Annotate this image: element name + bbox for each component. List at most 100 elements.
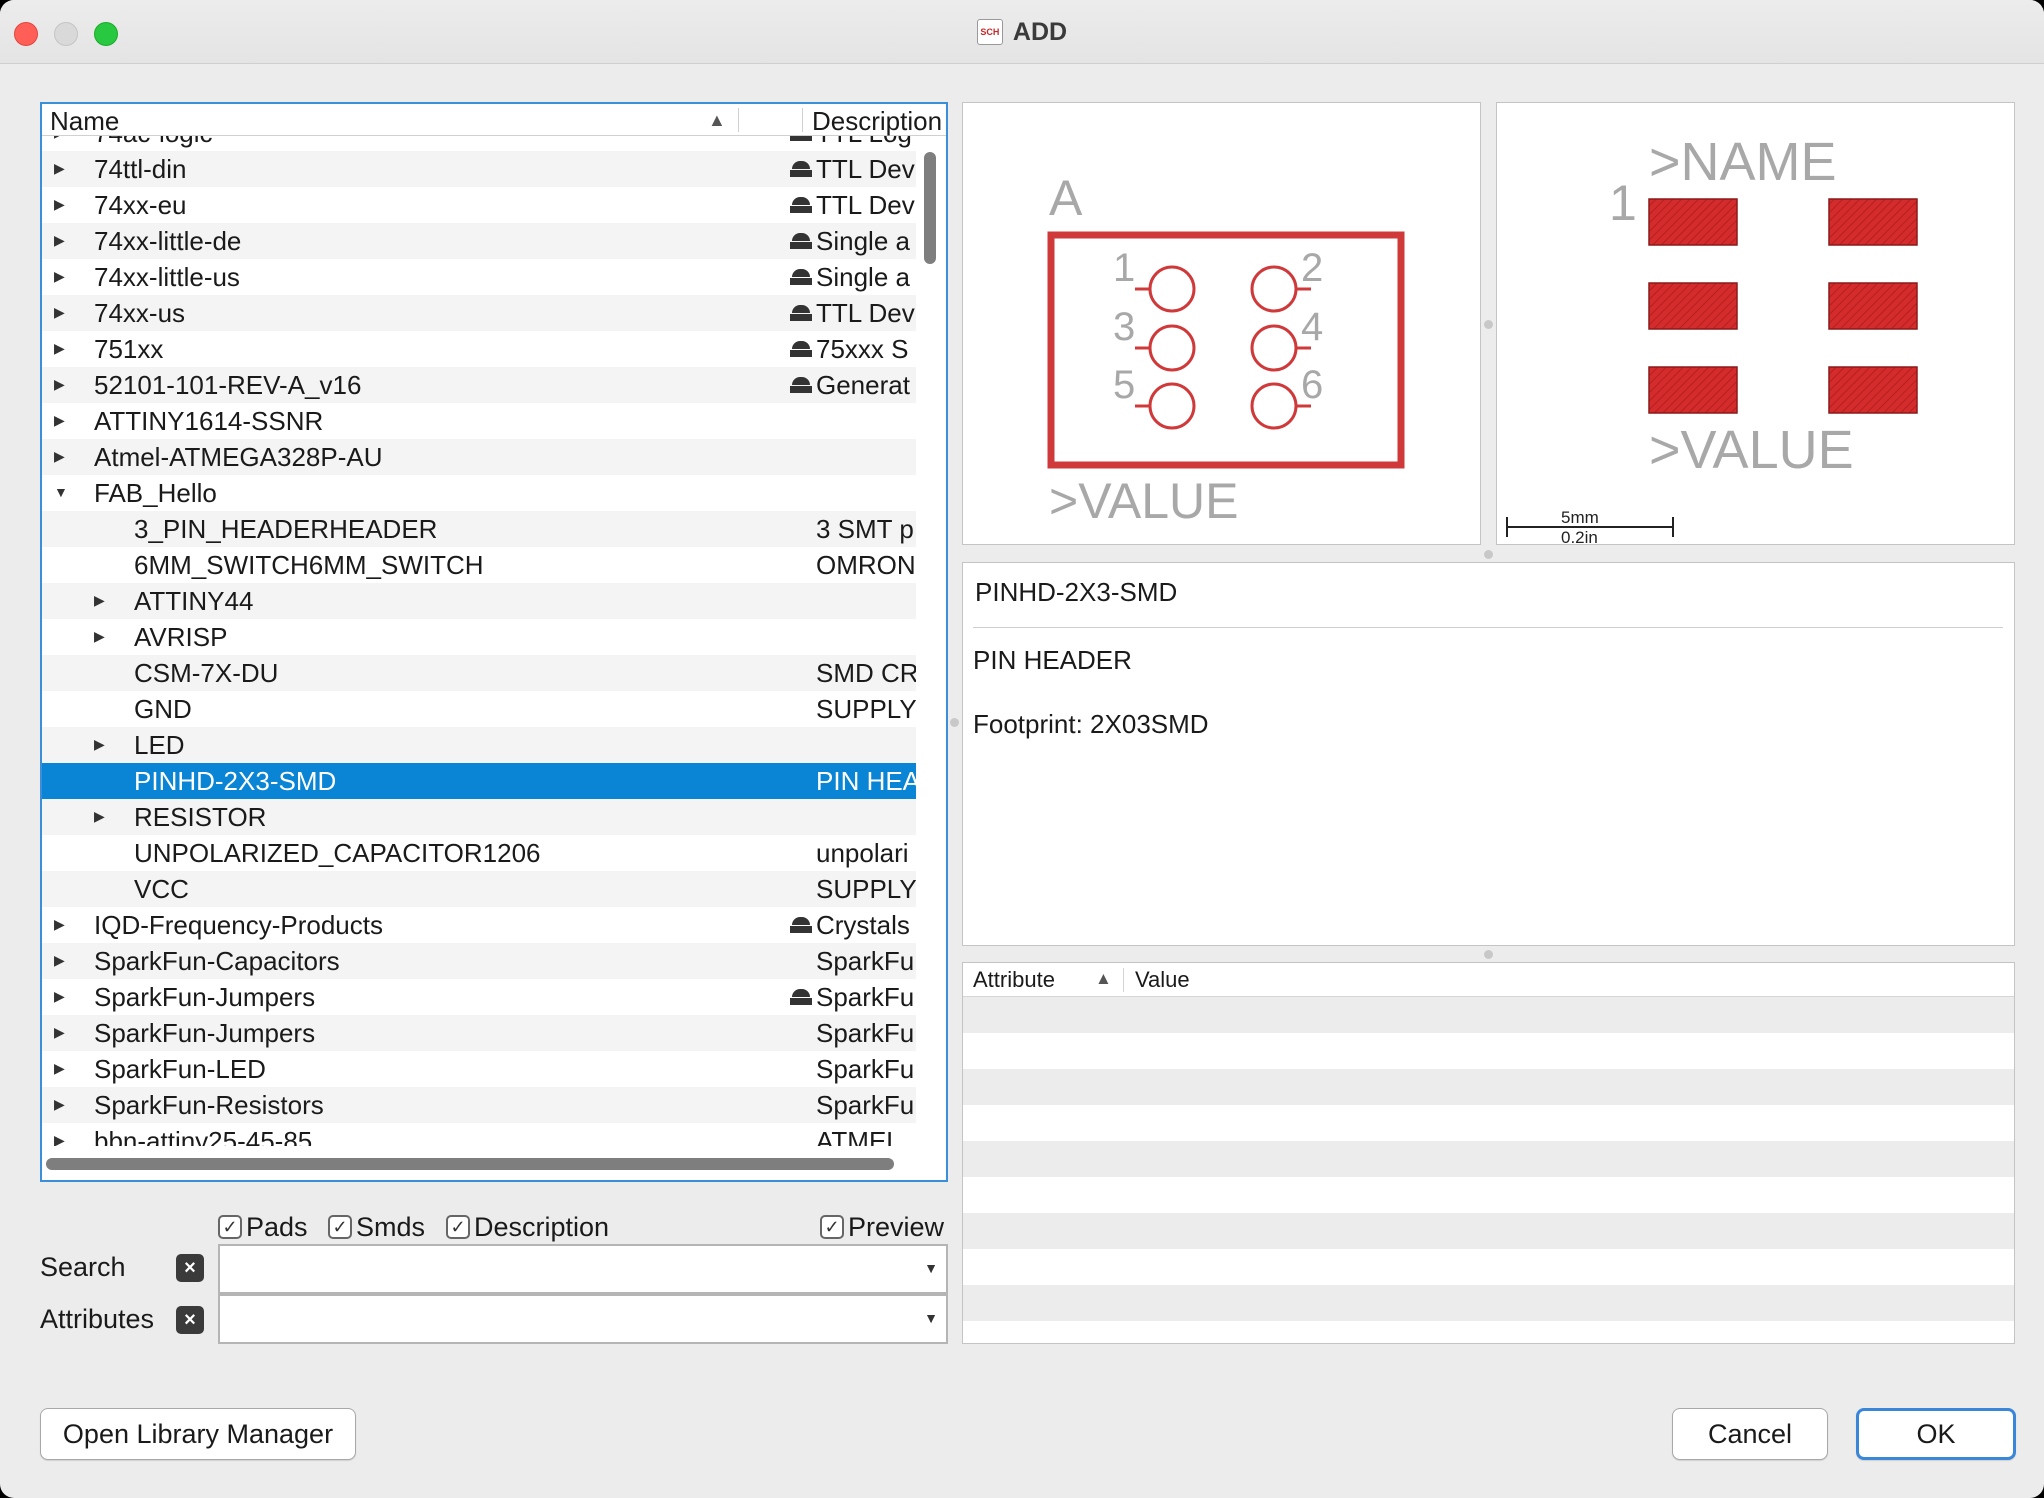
library-row[interactable]: ▶ SparkFun-Jumpers SparkFu xyxy=(42,979,916,1015)
device-row[interactable]: ▶ AVRISP xyxy=(42,619,916,655)
ok-button[interactable]: OK xyxy=(1856,1408,2016,1460)
chevron-down-icon[interactable]: ▼ xyxy=(924,1260,938,1276)
row-name: CSM-7X-DU xyxy=(134,658,279,688)
collapsed-arrow-icon[interactable]: ▶ xyxy=(54,916,70,934)
sort-ascending-icon: ▲ xyxy=(1095,969,1112,988)
library-tree[interactable]: Name ▲ Description ▶ 74ac-logic TTL Log ▶ 74… xyxy=(40,102,948,1182)
column-divider[interactable] xyxy=(1123,968,1124,992)
row-name: 74xx-us xyxy=(94,298,186,328)
library-icon xyxy=(790,989,812,1005)
attributes-input[interactable]: ▼ xyxy=(218,1294,948,1344)
collapsed-arrow-icon[interactable]: ▶ xyxy=(54,376,70,394)
library-row[interactable]: ▶ SparkFun-LED SparkFu xyxy=(42,1051,916,1087)
column-divider[interactable] xyxy=(802,108,803,132)
horizontal-scrollbar[interactable] xyxy=(46,1158,894,1170)
device-row[interactable]: ▶ RESISTOR xyxy=(42,799,916,835)
library-icon xyxy=(790,305,812,321)
device-row[interactable]: ▶ LED xyxy=(42,727,916,763)
device-row[interactable]: CSM-7X-DU SMD CR xyxy=(42,655,916,691)
collapsed-arrow-icon[interactable]: ▶ xyxy=(54,136,70,142)
description-checkbox[interactable]: ✓ Description xyxy=(446,1212,609,1242)
attribute-table[interactable]: Attribute ▲ Value xyxy=(962,962,2015,1344)
library-row[interactable]: ▶ 74ttl-din TTL Dev xyxy=(42,151,916,187)
device-row[interactable]: UNPOLARIZED_CAPACITOR1206 unpolari xyxy=(42,835,916,871)
collapsed-arrow-icon[interactable]: ▶ xyxy=(54,232,70,250)
column-divider[interactable] xyxy=(738,108,739,132)
collapsed-arrow-icon[interactable]: ▶ xyxy=(54,1132,70,1146)
collapsed-arrow-icon[interactable]: ▶ xyxy=(54,196,70,214)
chevron-down-icon[interactable]: ▼ xyxy=(924,1310,938,1326)
library-row[interactable]: ▶ 74ac-logic TTL Log xyxy=(42,136,916,151)
column-header-name[interactable]: Name xyxy=(50,106,119,137)
device-row[interactable]: 6MM_SWITCH6MM_SWITCH OMRON xyxy=(42,547,916,583)
library-row[interactable]: ▶ 74xx-little-us Single a xyxy=(42,259,916,295)
library-row[interactable]: ▶ 74xx-us TTL Dev xyxy=(42,295,916,331)
device-row[interactable]: GND SUPPLY xyxy=(42,691,916,727)
row-name: bbn-attiny25-45-85 xyxy=(94,1126,313,1146)
open-library-manager-button[interactable]: Open Library Manager xyxy=(40,1408,356,1460)
library-row[interactable]: ▼ FAB_Hello xyxy=(42,475,916,511)
preview-checkbox[interactable]: ✓ Preview xyxy=(820,1212,944,1242)
splitter-handle[interactable] xyxy=(950,718,959,727)
splitter-handle[interactable] xyxy=(1484,320,1493,329)
pads-checkbox[interactable]: ✓ Pads xyxy=(218,1212,308,1242)
library-row[interactable]: ▶ IQD-Frequency-Products Crystals xyxy=(42,907,916,943)
library-row[interactable]: ▶ SparkFun-Resistors SparkFu xyxy=(42,1087,916,1123)
search-input[interactable]: ▼ xyxy=(218,1244,948,1294)
row-description: SUPPLY xyxy=(816,694,916,724)
symbol-drawing: A 1 2 3 4 5 6 >VALUE xyxy=(1047,170,1405,529)
device-row[interactable]: PINHD-2X3-SMD PIN HEA xyxy=(42,763,916,799)
library-row[interactable]: ▶ 74xx-eu TTL Dev xyxy=(42,187,916,223)
library-row[interactable]: ▶ 52101-101-REV-A_v16 Generat xyxy=(42,367,916,403)
symbol-preview: A 1 2 3 4 5 6 >VALUE xyxy=(962,102,1481,545)
collapsed-arrow-icon[interactable]: ▶ xyxy=(54,1024,70,1042)
library-row[interactable]: ▶ SparkFun-Jumpers SparkFu xyxy=(42,1015,916,1051)
collapsed-arrow-icon[interactable]: ▶ xyxy=(94,592,110,610)
library-row[interactable]: ▶ ATTINY1614-SSNR xyxy=(42,403,916,439)
device-row[interactable]: VCC SUPPLY xyxy=(42,871,916,907)
collapsed-arrow-icon[interactable]: ▶ xyxy=(54,1096,70,1114)
description-panel: PINHD-2X3-SMD PIN HEADER Footprint: 2X03… xyxy=(962,562,2015,946)
cancel-button[interactable]: Cancel xyxy=(1672,1408,1828,1460)
collapsed-arrow-icon[interactable]: ▶ xyxy=(54,952,70,970)
splitter-handle[interactable] xyxy=(1484,550,1493,559)
device-row[interactable]: 3_PIN_HEADERHEADER 3 SMT p xyxy=(42,511,916,547)
row-description: TTL Dev xyxy=(816,154,915,184)
library-row[interactable]: ▶ 74xx-little-de Single a xyxy=(42,223,916,259)
collapsed-arrow-icon[interactable]: ▶ xyxy=(94,736,110,754)
expanded-arrow-icon[interactable]: ▼ xyxy=(54,484,70,502)
library-row[interactable]: ▶ SparkFun-Capacitors SparkFu xyxy=(42,943,916,979)
collapsed-arrow-icon[interactable]: ▶ xyxy=(94,808,110,826)
library-icon xyxy=(790,136,812,141)
collapsed-arrow-icon[interactable]: ▶ xyxy=(54,268,70,286)
library-row[interactable]: ▶ bbn-attiny25-45-85 ATMEL xyxy=(42,1123,916,1146)
row-name: 74xx-little-de xyxy=(94,226,242,256)
library-row[interactable]: ▶ 751xx 75xxx S xyxy=(42,331,916,367)
splitter-handle[interactable] xyxy=(1484,950,1493,959)
device-row[interactable]: ▶ ATTINY44 xyxy=(42,583,916,619)
row-description: Single a xyxy=(816,262,910,292)
collapsed-arrow-icon[interactable]: ▶ xyxy=(54,448,70,466)
collapsed-arrow-icon[interactable]: ▶ xyxy=(54,160,70,178)
pin-circle xyxy=(1250,324,1298,372)
column-header-description[interactable]: Description xyxy=(812,106,942,137)
smds-checkbox[interactable]: ✓ Smds xyxy=(328,1212,425,1242)
collapsed-arrow-icon[interactable]: ▶ xyxy=(54,412,70,430)
library-row[interactable]: ▶ Atmel-ATMEGA328P-AU xyxy=(42,439,916,475)
column-header-value[interactable]: Value xyxy=(1135,967,1190,993)
clear-search-icon[interactable]: × xyxy=(176,1254,204,1282)
clear-attributes-icon[interactable]: × xyxy=(176,1306,204,1334)
collapsed-arrow-icon[interactable]: ▶ xyxy=(54,988,70,1006)
column-header-attribute[interactable]: Attribute xyxy=(973,967,1055,993)
pin-number: 1 xyxy=(1113,246,1135,290)
collapsed-arrow-icon[interactable]: ▶ xyxy=(94,628,110,646)
row-name: PINHD-2X3-SMD xyxy=(134,766,337,796)
attributes-label: Attributes xyxy=(40,1304,155,1334)
row-description: unpolari xyxy=(816,838,909,868)
pin-circle xyxy=(1148,382,1196,430)
collapsed-arrow-icon[interactable]: ▶ xyxy=(54,304,70,322)
collapsed-arrow-icon[interactable]: ▶ xyxy=(54,1060,70,1078)
vertical-scrollbar[interactable] xyxy=(924,152,936,264)
collapsed-arrow-icon[interactable]: ▶ xyxy=(54,340,70,358)
symbol-value-label: >VALUE xyxy=(1049,473,1238,529)
